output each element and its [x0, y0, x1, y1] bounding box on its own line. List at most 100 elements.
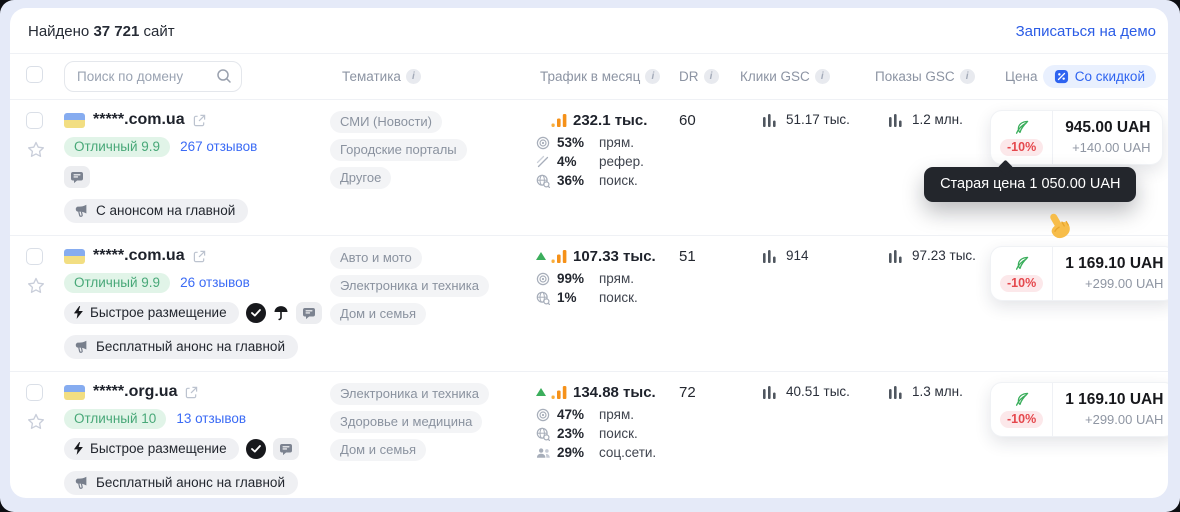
external-link-icon[interactable]	[185, 386, 198, 399]
demo-signup-link[interactable]: Записаться на демо	[1016, 23, 1156, 40]
column-price-label: Цена	[1005, 69, 1037, 84]
external-link-icon[interactable]	[193, 114, 206, 127]
price-card[interactable]: -10% 1 169.10 UAH +299.00 UAH	[990, 382, 1168, 437]
info-icon[interactable]	[645, 69, 660, 84]
organic-search-icon	[536, 427, 557, 441]
verified-check-icon[interactable]	[246, 303, 266, 323]
traffic-label: рефер.	[599, 154, 676, 169]
search-icon[interactable]	[216, 68, 232, 89]
info-icon[interactable]	[960, 69, 975, 84]
announce-tag[interactable]: С анонсом на главной	[64, 199, 248, 223]
rating-badge: Отличный 9.9	[64, 273, 170, 293]
trend-up-icon	[536, 252, 546, 260]
price-amount: 1 169.10 UAH	[1065, 255, 1163, 273]
traffic-label: прям.	[599, 271, 676, 286]
traffic-label: поиск.	[599, 173, 676, 188]
gsc-bars-icon	[762, 249, 777, 263]
favorite-star-icon[interactable]	[26, 412, 46, 432]
direct-traffic-icon	[536, 136, 557, 150]
leaf-icon	[1014, 255, 1030, 271]
column-price: Цена Со скидкой	[990, 65, 1156, 88]
fast-placement-tag[interactable]: Быстрое размещение	[64, 302, 239, 324]
verified-check-icon[interactable]	[246, 439, 266, 459]
traffic-bars-icon	[551, 385, 568, 400]
leaf-icon	[1014, 391, 1030, 407]
fast-placement-tag[interactable]: Быстрое размещение	[64, 438, 239, 460]
domain-name[interactable]: *****.org.ua	[93, 383, 177, 401]
traffic-pct: 99%	[557, 271, 599, 286]
dr-value: 51	[676, 246, 740, 265]
info-icon[interactable]	[406, 69, 421, 84]
ukraine-flag-icon	[64, 249, 85, 264]
reviews-link[interactable]: 267 отзывов	[180, 139, 257, 154]
gsc-impressions-value: 1.2 млн.	[912, 112, 963, 127]
gsc-clicks-value: 40.51 тыс.	[786, 384, 850, 399]
referral-traffic-icon	[536, 155, 557, 169]
column-traffic: Трафик в месяц	[536, 69, 676, 84]
table-row: *****.com.ua Отличный 9.9 26 отзывов Быс…	[10, 236, 1168, 372]
found-prefix: Найдено	[28, 23, 89, 40]
megaphone-icon	[74, 339, 89, 354]
traffic-label: поиск.	[599, 426, 676, 441]
reviews-link[interactable]: 13 отзывов	[176, 411, 246, 426]
direct-traffic-icon	[536, 272, 557, 286]
traffic-total-value: 107.33 тыс.	[573, 248, 656, 265]
dr-value: 72	[676, 382, 740, 401]
domain-name[interactable]: *****.com.ua	[93, 111, 185, 129]
column-clicks: Клики GSC	[740, 69, 868, 84]
with-discount-toggle[interactable]: Со скидкой	[1043, 65, 1156, 88]
info-icon[interactable]	[704, 69, 719, 84]
gsc-clicks-value: 51.17 тыс.	[786, 112, 850, 127]
favorite-star-icon[interactable]	[26, 276, 46, 296]
announce-tag-label: С анонсом на главной	[96, 203, 235, 218]
price-extra: +299.00 UAH	[1065, 276, 1163, 291]
column-impressions-label: Показы GSC	[875, 69, 955, 84]
announce-tag[interactable]: Бесплатный анонс на главной	[64, 471, 298, 495]
megaphone-icon	[74, 203, 89, 218]
traffic-label: прям.	[599, 407, 676, 422]
social-traffic-icon	[536, 447, 557, 459]
announce-tag[interactable]: Бесплатный анонс на главной	[64, 335, 298, 359]
table-header: Тематика Трафик в месяц DR Клики GSC Пок…	[10, 54, 1168, 100]
select-all-checkbox[interactable]	[26, 66, 43, 83]
price-extra: +140.00 UAH	[1065, 140, 1150, 155]
pointing-hand-cursor	[1041, 209, 1077, 245]
traffic-pct: 47%	[557, 407, 599, 422]
domain-name[interactable]: *****.com.ua	[93, 247, 185, 265]
lightning-icon	[73, 306, 84, 319]
comment-icon[interactable]	[273, 438, 299, 460]
topic-tag: СМИ (Новости)	[330, 111, 442, 133]
column-topic: Тематика	[330, 69, 536, 84]
info-icon[interactable]	[815, 69, 830, 84]
price-card[interactable]: -10% 945.00 UAH +140.00 UAH	[990, 110, 1163, 165]
gsc-bars-icon	[762, 385, 777, 399]
gsc-bars-icon	[888, 249, 903, 263]
results-header: Найдено 37 721 сайт Записаться на демо	[10, 8, 1168, 54]
traffic-pct: 36%	[557, 173, 599, 188]
old-price-tooltip: Старая цена 1 050.00 UAH	[924, 167, 1136, 202]
with-discount-label: Со скидкой	[1075, 69, 1145, 84]
lightning-icon	[73, 442, 84, 455]
price-card[interactable]: -10% 1 169.10 UAH +299.00 UAH	[990, 246, 1168, 301]
table-row: *****.com.ua Отличный 9.9 267 отзывов	[10, 100, 1168, 236]
traffic-pct: 1%	[557, 290, 599, 305]
discount-icon	[1054, 69, 1069, 84]
row-checkbox[interactable]	[26, 384, 43, 401]
row-checkbox[interactable]	[26, 112, 43, 129]
comment-icon[interactable]	[296, 302, 322, 324]
topic-tag: Городские порталы	[330, 139, 467, 161]
results-card: Найдено 37 721 сайт Записаться на демо Т…	[10, 8, 1168, 498]
traffic-total-value: 134.88 тыс.	[573, 384, 656, 401]
favorite-star-icon[interactable]	[26, 140, 46, 160]
traffic-pct: 53%	[557, 135, 599, 150]
comment-icon[interactable]	[64, 166, 90, 188]
leaf-icon	[1014, 119, 1030, 135]
reviews-link[interactable]: 26 отзывов	[180, 275, 250, 290]
column-topic-label: Тематика	[342, 69, 401, 84]
rating-badge: Отличный 9.9	[64, 137, 170, 157]
umbrella-icon[interactable]	[273, 305, 289, 321]
traffic-total-value: 232.1 тыс.	[573, 112, 647, 129]
external-link-icon[interactable]	[193, 250, 206, 263]
row-checkbox[interactable]	[26, 248, 43, 265]
megaphone-icon	[74, 475, 89, 490]
